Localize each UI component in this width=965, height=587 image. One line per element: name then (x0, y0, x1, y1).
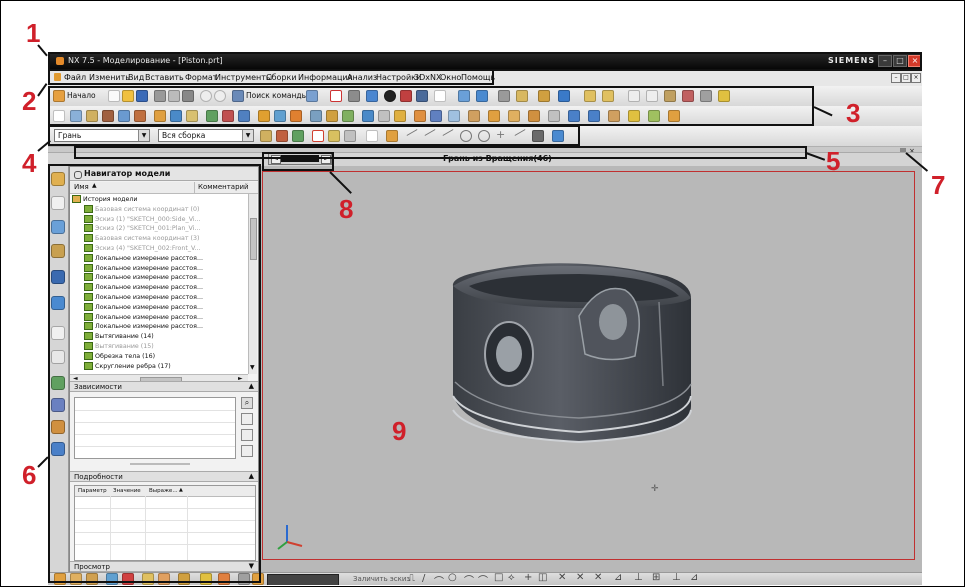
fillet-icon[interactable]: ⌒ (464, 572, 474, 585)
inferred-constraints-icon[interactable]: ⊿ (690, 572, 698, 583)
callout-4: 4 (22, 148, 37, 178)
mirror-curve-icon[interactable]: ⊿ (614, 572, 622, 583)
sketch-name-field[interactable] (267, 574, 339, 585)
mdi-close-button[interactable]: × (911, 73, 921, 83)
mdi-minimize-button[interactable]: – (891, 73, 901, 83)
chamfer-tool-icon[interactable]: ⌒ (478, 572, 488, 585)
circle-tool-icon[interactable]: ○ (448, 572, 457, 583)
callout-9: 9 (392, 416, 407, 446)
crosshair-icon: ✛ (651, 484, 659, 494)
pin-bore-left (496, 336, 522, 372)
polygon-tool-icon[interactable]: ⟡ (508, 572, 515, 583)
piston-model[interactable] (429, 246, 729, 466)
callout-8: 8 (339, 194, 354, 224)
graphics-window[interactable]: ◄ ► ✛ (259, 152, 922, 572)
profile-tool-icon[interactable]: ⎍ (408, 573, 415, 584)
quick-extend-icon[interactable]: ✕ (576, 572, 584, 583)
mdi-restore-button[interactable]: □ (901, 73, 911, 83)
callout-box-selection-bar (48, 125, 580, 146)
line-icon[interactable]: / (422, 573, 425, 584)
callout-7: 7 (931, 170, 946, 200)
intersection-curve-icon[interactable]: ⊥ (634, 572, 643, 583)
callout-box-menu-bar (48, 69, 494, 85)
offset-curve-icon[interactable]: ◫ (538, 572, 547, 583)
callout-box-status-bar (74, 146, 807, 159)
callout-1: 1 (26, 18, 41, 48)
callout-box-view-slider (262, 152, 334, 171)
wcs-triad (277, 525, 303, 550)
make-corner-icon[interactable]: ✕ (594, 572, 602, 583)
callout-2: 2 (22, 86, 37, 116)
project-curve-icon[interactable]: ⊞ (652, 572, 660, 583)
arc-tool-icon[interactable]: ⌒ (434, 573, 444, 585)
quick-trim-icon[interactable]: ✕ (558, 572, 566, 583)
callout-box-resource-bar (48, 164, 261, 583)
callout-6: 6 (22, 460, 37, 490)
bottom-hint: Заличить эскиз (353, 575, 411, 583)
pin-bore-right (599, 304, 627, 340)
point-tool-icon[interactable]: + (524, 572, 532, 583)
callout-box-toolbars (48, 86, 814, 126)
callout-5: 5 (826, 146, 841, 176)
rectangle-icon[interactable]: □ (494, 572, 503, 583)
callout-3: 3 (846, 98, 861, 128)
derived-lines-icon[interactable]: ⊥ (672, 572, 681, 583)
